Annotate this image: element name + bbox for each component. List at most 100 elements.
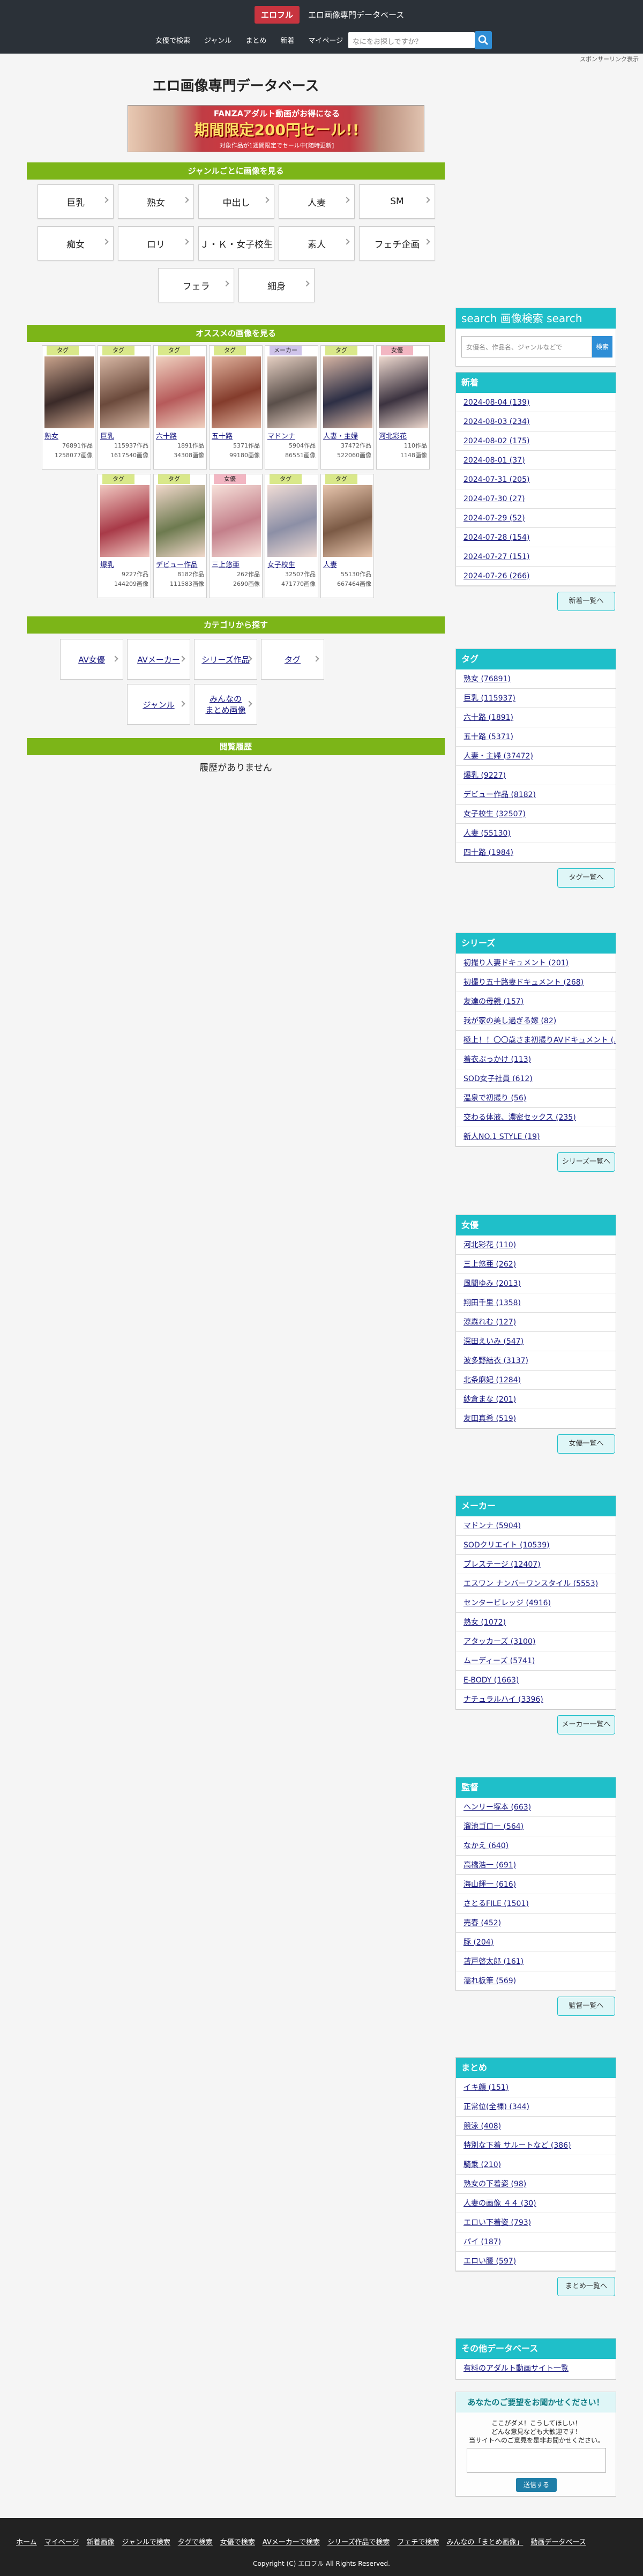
genre-button[interactable]: 痴女 [38, 226, 114, 260]
genre-button[interactable]: 細身 [238, 268, 315, 302]
sidebar-more-button[interactable]: タグ一覧へ [557, 868, 615, 888]
card-name-link[interactable]: 三上悠亜 [212, 559, 261, 569]
sidebar-item[interactable]: 2024-07-28 (154) [456, 528, 616, 547]
sidebar-item[interactable]: 溜池ゴロー (564) [456, 1817, 616, 1836]
image-card[interactable]: タグ 人妻 55130作品 667464画像 [320, 474, 374, 598]
category-button[interactable]: みんなの まとめ画像 [194, 684, 257, 725]
sidebar-item[interactable]: イキ顔 (151) [456, 2078, 616, 2097]
sidebar-item[interactable]: 友田真希 (519) [456, 1409, 616, 1428]
card-thumbnail[interactable] [323, 485, 372, 557]
logo-badge[interactable]: エロフル [255, 5, 300, 24]
sidebar-item[interactable]: 苫戸啓太郎 (161) [456, 1952, 616, 1971]
sidebar-item[interactable]: 新人NO.1 STYLE (19) [456, 1127, 616, 1146]
request-submit-button[interactable]: 送信する [516, 2478, 557, 2492]
sidebar-item[interactable]: 2024-08-04 (139) [456, 393, 616, 412]
image-card[interactable]: タグ 六十路 1891作品 34308画像 [153, 345, 207, 470]
card-thumbnail[interactable] [323, 356, 372, 428]
sidebar-item[interactable]: デビュー作品 (8182) [456, 785, 616, 805]
footer-link[interactable]: 新着画像 [86, 2536, 114, 2547]
sidebar-item[interactable]: 着衣ぶっかけ (113) [456, 1050, 616, 1069]
card-name-link[interactable]: 河北彩花 [379, 430, 428, 441]
image-card[interactable]: メーカー マドンナ 5904作品 86551画像 [265, 345, 318, 470]
sidebar-item[interactable]: 騎乗 (210) [456, 2155, 616, 2175]
sidebar-item[interactable]: なかえ (640) [456, 1836, 616, 1856]
sidebar-item[interactable]: エロい下着姿 (793) [456, 2213, 616, 2232]
category-button[interactable]: タグ [261, 639, 324, 680]
sidebar-item[interactable]: ナチュラルハイ (3396) [456, 1690, 616, 1709]
genre-button[interactable]: 熟女 [118, 184, 194, 219]
sidebar-item[interactable]: 海山輝一 (616) [456, 1875, 616, 1894]
genre-button[interactable]: フェチ企画 [359, 226, 435, 260]
sidebar-item[interactable]: 極上！！〇〇歳さま初撮りAVドキュメント (...) [456, 1031, 616, 1050]
image-card[interactable]: 女優 河北彩花 110作品 1148画像 [376, 345, 430, 470]
nav-link[interactable]: マイページ [308, 35, 343, 45]
genre-button[interactable]: Ｊ・Ｋ・女子校生 [198, 226, 274, 260]
header-search-input[interactable]: なにをお探しですか？ [348, 32, 475, 48]
sidebar-item[interactable]: ヘンリー塚本 (663) [456, 1798, 616, 1817]
nav-link[interactable]: まとめ [245, 35, 266, 45]
sidebar-item[interactable]: 友達の母親 (157) [456, 992, 616, 1011]
sidebar-item[interactable]: さとるFILE (1501) [456, 1894, 616, 1914]
logo-text[interactable]: エロ画像専門データベース [308, 9, 404, 20]
card-thumbnail[interactable] [100, 356, 149, 428]
other-database-link[interactable]: 有料のアダルト動画サイト一覧 [456, 2359, 616, 2378]
sidebar-item[interactable]: SODクリエイト (10539) [456, 1536, 616, 1555]
genre-button[interactable]: ロリ [118, 226, 194, 260]
sidebar-item[interactable]: 波多野結衣 (3137) [456, 1351, 616, 1371]
genre-button[interactable]: 巨乳 [38, 184, 114, 219]
card-name-link[interactable]: 爆乳 [100, 559, 149, 569]
card-thumbnail[interactable] [212, 485, 261, 557]
image-card[interactable]: タグ デビュー作品 8182作品 111583画像 [153, 474, 207, 598]
sidebar-item[interactable]: 交わる体液、濃密セックス (235) [456, 1108, 616, 1127]
genre-button[interactable]: 人妻 [279, 184, 355, 219]
genre-button[interactable]: 中出し [198, 184, 274, 219]
sidebar-item[interactable]: 我が家の美し過ぎる嫁 (82) [456, 1011, 616, 1031]
sidebar-item[interactable]: マドンナ (5904) [456, 1516, 616, 1536]
sidebar-item[interactable]: 女子校生 (32507) [456, 805, 616, 824]
sidebar-item[interactable]: 人妻の画像 ４４ (30) [456, 2194, 616, 2213]
sidebar-more-button[interactable]: 監督一覧へ [557, 1997, 615, 2016]
sidebar-item[interactable]: センタービレッジ (4916) [456, 1594, 616, 1613]
sidebar-item[interactable]: 人妻 (55130) [456, 824, 616, 843]
card-name-link[interactable]: デビュー作品 [156, 559, 205, 569]
card-name-link[interactable]: 人妻・主婦 [323, 430, 372, 441]
card-thumbnail[interactable] [156, 485, 205, 557]
sidebar-search-input[interactable]: 女優名、作品名、ジャンルなどで [461, 336, 592, 358]
sidebar-item[interactable]: 五十路 (5371) [456, 727, 616, 747]
category-button[interactable]: ジャンル [127, 684, 190, 725]
sidebar-search-button[interactable]: 検索 [592, 336, 612, 358]
card-name-link[interactable]: マドンナ [267, 430, 317, 441]
site-logo[interactable]: エロフル エロ画像専門データベース [255, 5, 404, 24]
card-thumbnail[interactable] [267, 485, 317, 557]
image-card[interactable]: タグ 五十路 5371作品 99180画像 [209, 345, 263, 470]
card-thumbnail[interactable] [267, 356, 317, 428]
image-card[interactable]: タグ 爆乳 9227作品 144209画像 [98, 474, 151, 598]
card-thumbnail[interactable] [379, 356, 428, 428]
sidebar-item[interactable]: 熟女 (1072) [456, 1613, 616, 1632]
image-card[interactable]: タグ 人妻・主婦 37472作品 522060画像 [320, 345, 374, 470]
footer-link[interactable]: AVメーカーで検索 [263, 2536, 320, 2547]
sidebar-more-button[interactable]: まとめ一覧へ [557, 2277, 615, 2296]
footer-link[interactable]: 動画データベース [530, 2536, 586, 2547]
sidebar-item[interactable]: 2024-08-03 (234) [456, 412, 616, 431]
card-name-link[interactable]: 女子校生 [267, 559, 317, 569]
sidebar-item[interactable]: ムーディーズ (5741) [456, 1651, 616, 1671]
sidebar-more-button[interactable]: 新着一覧へ [557, 592, 615, 611]
genre-button[interactable]: フェラ [158, 268, 234, 302]
image-card[interactable]: タグ 女子校生 32507作品 471770画像 [265, 474, 318, 598]
sidebar-item[interactable]: パイ (187) [456, 2232, 616, 2252]
footer-link[interactable]: ジャンルで検索 [122, 2536, 170, 2547]
header-search-button[interactable] [475, 31, 492, 49]
sidebar-item[interactable]: 特別な下着 サルートなど (386) [456, 2136, 616, 2155]
footer-link[interactable]: 女優で検索 [220, 2536, 255, 2547]
sidebar-item[interactable]: 熟女の下着姿 (98) [456, 2175, 616, 2194]
sidebar-item[interactable]: 三上悠亜 (262) [456, 1255, 616, 1274]
sidebar-item[interactable]: 北条麻妃 (1284) [456, 1371, 616, 1390]
nav-link[interactable]: 新着 [280, 35, 294, 45]
genre-button[interactable]: 素人 [279, 226, 355, 260]
sidebar-item[interactable]: 2024-07-31 (205) [456, 470, 616, 489]
sidebar-item[interactable]: 人妻・主婦 (37472) [456, 747, 616, 766]
sponsor-link[interactable]: スポンサーリンク表示 [580, 55, 639, 63]
card-thumbnail[interactable] [44, 356, 94, 428]
sidebar-item[interactable]: プレステージ (12407) [456, 1555, 616, 1574]
